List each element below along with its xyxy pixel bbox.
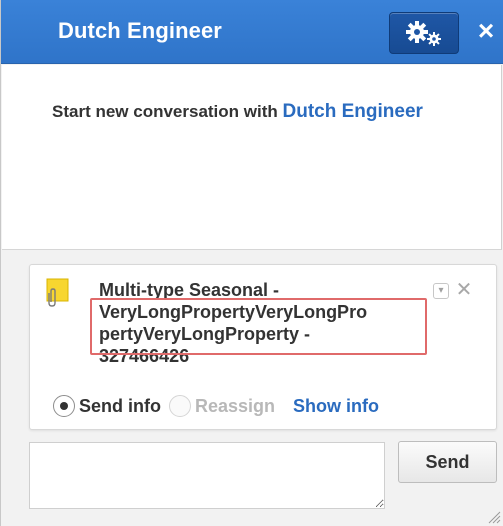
start-conversation-text: Start new conversation with Dutch Engine…	[52, 101, 423, 123]
close-icon: ✕	[455, 279, 473, 301]
message-input[interactable]	[29, 442, 385, 509]
action-options: Send info Reassign Show info	[53, 392, 379, 420]
show-info-link[interactable]: Show info	[293, 396, 379, 417]
sticky-note-icon	[46, 278, 69, 307]
reassign-radio	[169, 395, 191, 417]
remove-ticket-button[interactable]: ✕	[455, 280, 473, 300]
close-button[interactable]: ×	[471, 14, 501, 48]
close-icon: ×	[477, 15, 495, 46]
send-info-radio[interactable]	[53, 395, 75, 417]
gears-icon	[406, 21, 441, 46]
ticket-title: Multi-type Seasonal - VeryLongPropertyVe…	[99, 280, 368, 366]
start-conversation-link[interactable]: Dutch Engineer	[283, 101, 423, 122]
send-button[interactable]: Send	[398, 441, 497, 483]
dropdown-toggle[interactable]: ▾	[433, 283, 449, 299]
send-info-label[interactable]: Send info	[79, 396, 161, 417]
settings-button[interactable]	[389, 12, 459, 54]
start-conversation-prefix: Start new conversation with	[52, 102, 278, 121]
chat-title: Dutch Engineer	[58, 18, 222, 43]
chat-header: Dutch Engineer ×	[1, 0, 503, 64]
conversation-area: Start new conversation with Dutch Engine…	[2, 65, 502, 250]
resize-grip-icon[interactable]	[487, 510, 501, 524]
chat-window: Dutch Engineer × Start new conversation …	[0, 0, 503, 526]
reassign-label: Reassign	[195, 395, 276, 416]
chevron-down-icon: ▾	[438, 285, 444, 296]
